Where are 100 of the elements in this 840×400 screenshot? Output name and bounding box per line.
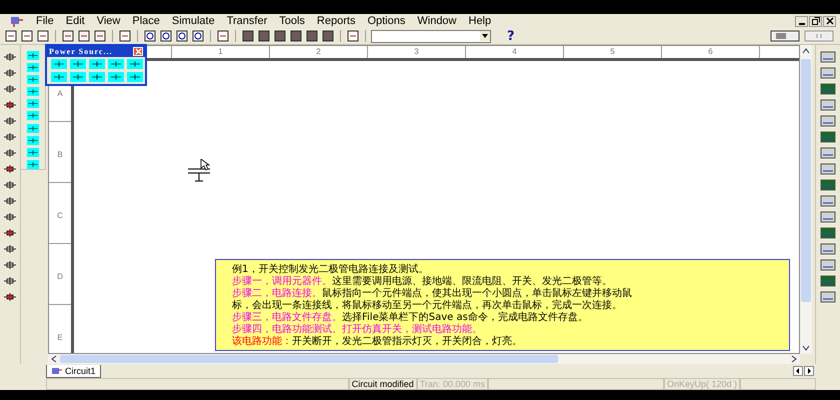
instrument-icon[interactable] <box>820 51 836 63</box>
component-icon[interactable] <box>3 275 17 287</box>
toolbar-icon[interactable] <box>36 29 50 43</box>
restore-button[interactable] <box>809 16 822 26</box>
part-button-icon[interactable] <box>25 51 41 60</box>
part-button-icon[interactable] <box>25 63 41 72</box>
dropdown-field[interactable] <box>371 30 491 42</box>
part-button-icon[interactable] <box>25 160 41 169</box>
power-source-icon[interactable] <box>89 72 105 82</box>
component-icon[interactable] <box>3 243 17 255</box>
toolbar-icon[interactable] <box>216 29 230 43</box>
ruler-label: B <box>49 122 71 183</box>
toolbar-icon[interactable] <box>241 29 255 43</box>
power-source-icon[interactable] <box>127 59 143 69</box>
instrument-icon[interactable] <box>820 115 836 127</box>
component-icon[interactable] <box>3 131 17 143</box>
toolbar-icon[interactable] <box>143 29 157 43</box>
minimize-button[interactable] <box>795 16 808 26</box>
scroll-right-icon[interactable] <box>804 366 814 376</box>
power-source-icon[interactable] <box>89 59 105 69</box>
power-source-icon[interactable] <box>127 72 143 82</box>
component-icon[interactable] <box>3 51 17 63</box>
part-button-icon[interactable] <box>25 99 41 108</box>
part-button-icon[interactable] <box>25 148 41 157</box>
toolbar-icon[interactable] <box>20 29 34 43</box>
ruler-label: 1 <box>172 46 270 58</box>
part-button-icon[interactable] <box>25 124 41 133</box>
part-button-icon[interactable] <box>25 136 41 145</box>
horizontal-scrollbar[interactable] <box>48 354 800 364</box>
menu-item[interactable]: File <box>30 15 60 27</box>
app-icon <box>10 15 24 27</box>
component-icon[interactable] <box>3 179 17 191</box>
toolbar-icon[interactable] <box>93 29 107 43</box>
toolbar-icon[interactable] <box>118 29 132 43</box>
menu-item[interactable]: Edit <box>60 15 91 27</box>
toolbar-icon[interactable] <box>77 29 91 43</box>
menu-item[interactable]: View <box>90 15 126 27</box>
menu-item[interactable]: Options <box>361 15 412 27</box>
switch-icon[interactable] <box>770 30 800 42</box>
instrument-icon[interactable] <box>820 275 836 287</box>
power-source-icon[interactable] <box>51 72 67 82</box>
component-icon[interactable] <box>3 227 17 239</box>
component-icon[interactable] <box>3 291 17 303</box>
power-source-icon[interactable] <box>51 59 67 69</box>
vertical-scrollbar[interactable] <box>800 45 812 354</box>
power-source-icon[interactable] <box>70 59 86 69</box>
toolbar-icon[interactable] <box>305 29 319 43</box>
instrument-icon[interactable] <box>820 259 836 271</box>
toolbar-icon[interactable] <box>321 29 335 43</box>
instrument-icon[interactable] <box>820 99 836 111</box>
instrument-icon[interactable] <box>820 291 836 303</box>
toolbar-icon[interactable] <box>61 29 75 43</box>
menu-item[interactable]: Simulate <box>166 15 221 27</box>
scroll-left-icon[interactable] <box>793 366 803 376</box>
menu-item[interactable]: Tools <box>273 15 311 27</box>
power-source-icon[interactable] <box>108 72 124 82</box>
component-icon[interactable] <box>3 67 17 79</box>
menu-item[interactable]: Window <box>411 15 462 27</box>
component-icon[interactable] <box>3 195 17 207</box>
instrument-icon[interactable] <box>820 67 836 79</box>
instrument-icon[interactable] <box>820 83 836 95</box>
part-button-icon[interactable] <box>25 111 41 121</box>
help-button[interactable]: ? <box>501 28 521 44</box>
dropdown-arrow-icon <box>480 31 490 41</box>
component-icon[interactable] <box>3 99 17 111</box>
circuit-icon <box>51 366 63 376</box>
part-button-icon[interactable] <box>25 75 41 84</box>
instrument-icon[interactable] <box>820 243 836 255</box>
menu-item[interactable]: Reports <box>310 15 362 27</box>
toolbar-icon[interactable] <box>346 29 360 43</box>
instrument-icon[interactable] <box>820 211 836 223</box>
toolbar-icon[interactable] <box>289 29 303 43</box>
toolbar-icon[interactable] <box>273 29 287 43</box>
toolbar-icon[interactable] <box>159 29 173 43</box>
power-source-icon[interactable] <box>108 59 124 69</box>
component-icon[interactable] <box>3 211 17 223</box>
component-icon[interactable] <box>3 147 17 159</box>
instrument-icon[interactable] <box>820 131 836 143</box>
toolbar-icon[interactable] <box>4 29 18 43</box>
instrument-icon[interactable] <box>820 195 836 207</box>
toolbar-icon[interactable] <box>191 29 205 43</box>
component-icon[interactable] <box>3 115 17 127</box>
instrument-icon[interactable] <box>820 227 836 239</box>
component-icon[interactable] <box>3 83 17 95</box>
component-icon[interactable] <box>3 259 17 271</box>
power-source-icon[interactable] <box>70 72 86 82</box>
component-icon[interactable] <box>3 163 17 175</box>
menu-item[interactable]: Help <box>462 15 498 27</box>
text-note[interactable] <box>215 259 790 351</box>
part-button-icon[interactable] <box>25 87 41 96</box>
document-tab[interactable]: Circuit1 <box>46 365 101 378</box>
toolbar-icon[interactable] <box>175 29 189 43</box>
close-button[interactable] <box>823 16 836 26</box>
instrument-icon[interactable] <box>820 179 836 191</box>
instrument-icon[interactable] <box>820 163 836 175</box>
toolbar-icon[interactable] <box>257 29 271 43</box>
menu-item[interactable]: Transfer <box>220 15 274 27</box>
ruler-label: 5 <box>564 46 662 58</box>
menu-item[interactable]: Place <box>126 15 166 27</box>
instrument-icon[interactable] <box>820 147 836 159</box>
